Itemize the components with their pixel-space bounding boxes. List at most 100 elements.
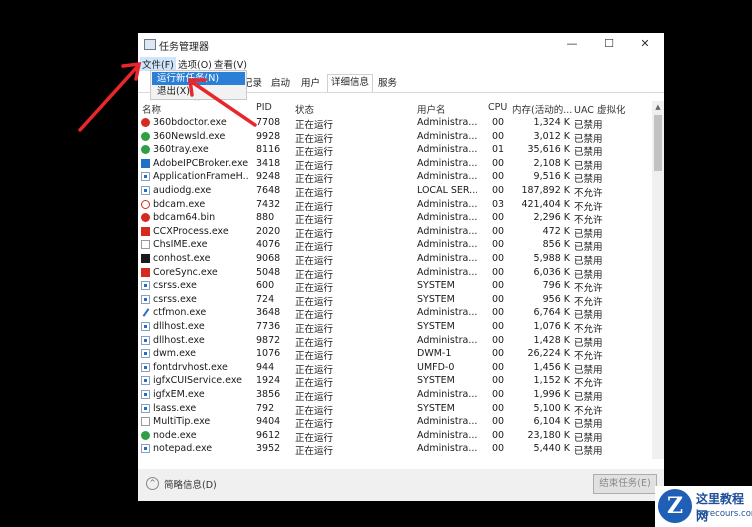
collapse-details-link[interactable]: 简略信息(D) (164, 477, 217, 491)
end-task-button[interactable]: 结束任务(E) (593, 474, 657, 494)
process-name: notepad.exe (153, 443, 213, 455)
process-user: Administra... (417, 117, 477, 128)
process-icon (141, 335, 150, 345)
process-name: 360tray.exe (153, 144, 209, 156)
table-row[interactable]: node.exe 9612 正在运行 Administra... 00 23,180 K已… (138, 429, 652, 444)
process-cpu: 00 (492, 225, 505, 237)
process-user: Administra... (417, 225, 477, 237)
process-user: Administra... (417, 429, 477, 441)
table-row[interactable]: dllhost.exe 7736 正在运行 SYSTEM 00 1,076 K 不允许 (138, 320, 652, 335)
scrollbar-thumb[interactable] (654, 115, 662, 171)
process-user: Administra... (417, 198, 477, 210)
table-row[interactable]: csrss.exe 724 正在运行 SYSTEM 00 956 K 不允许 (138, 293, 652, 308)
watermark-url: herecours.com (696, 509, 752, 519)
table-row[interactable]: fontdrvhost.exe 944 正在运行 UMFD-0 00 1,456 K 已禁用 (138, 361, 652, 376)
process-name: csrss.exe (153, 293, 197, 305)
table-row[interactable]: CCXProcess.exe 2020 正在运行 Administra... 00 472… (138, 225, 652, 240)
maximize-button[interactable]: ☐ (590, 33, 628, 56)
process-cpu: 00 (492, 334, 505, 346)
vertical-scrollbar[interactable]: ▲ (652, 101, 664, 459)
process-name: 360Newsld.exe (153, 130, 226, 142)
process-memory: 421,404 K (521, 198, 570, 210)
table-row[interactable]: 360tray.exe 8116 正在运行 Administra... 01 35,616… (138, 143, 652, 158)
table-row[interactable]: 360Newsld.exe 9928 正在运行 Administra... 00 3,01… (138, 130, 652, 145)
process-name: bdcam64.bin (153, 212, 216, 224)
table-row[interactable]: igfxCUIService.exe 1924 正在运行 SYSTEM 00 1,152 … (138, 374, 652, 389)
column-memory[interactable]: 内存(活动的... (512, 102, 572, 116)
process-icon (141, 349, 150, 359)
table-row[interactable]: AdobeIPCBroker.exe 3418 正在运行 Administra... 0… (138, 157, 652, 172)
logo-z-icon: Z (658, 489, 692, 523)
table-row[interactable]: ChsIME.exe 4076 正在运行 Administra... 00 856 K 已禁… (138, 238, 652, 253)
table-row[interactable]: ApplicationFrameH... 9248 正在运行 Administra..… (138, 170, 652, 185)
close-button[interactable]: ✕ (626, 33, 664, 56)
table-row[interactable]: notepad.exe 3952 正在运行 Administra... 00 5,440 … (138, 442, 652, 457)
table-row[interactable]: ctfmon.exe 3648 正在运行 Administra... 00 6,764 K… (138, 306, 652, 321)
process-memory: 26,224 K (527, 348, 571, 360)
table-row[interactable]: bdcam64.bin 880 正在运行 Administra... 00 2,296 K… (138, 211, 652, 226)
table-row[interactable]: dwm.exe 1076 正在运行 DWM-1 00 26,224 K 不允许 (138, 347, 652, 362)
table-row[interactable]: conhost.exe 9068 正在运行 Administra... 00 5,988 … (138, 252, 652, 267)
process-name: igfxEM.exe (153, 389, 205, 400)
process-memory: 187,892 K (521, 185, 570, 196)
process-pid: 880 (256, 212, 275, 224)
red-arrow-icon (78, 61, 142, 132)
table-row[interactable]: lsass.exe 792 正在运行 SYSTEM 00 5,100 K 不允许 (138, 402, 652, 417)
table-row[interactable]: dllhost.exe 9872 正在运行 Administra... 00 1,428 … (138, 334, 652, 349)
table-row[interactable]: csrss.exe 600 正在运行 SYSTEM 00 796 K 不允许 (138, 279, 652, 294)
tab-services[interactable]: 服务 (375, 76, 400, 91)
table-row[interactable]: bdcam.exe 7432 正在运行 Administra... 03 421,404 … (138, 198, 652, 213)
process-cpu: 00 (492, 443, 505, 455)
process-user: Administra... (417, 389, 477, 400)
process-cpu: 00 (492, 375, 505, 387)
process-name: ApplicationFrameH... (153, 171, 248, 183)
column-cpu[interactable]: CPU (488, 102, 507, 113)
column-user[interactable]: 用户名 (417, 102, 446, 116)
menu-file[interactable]: 文件(F) (140, 57, 176, 71)
table-row[interactable]: MultiTip.exe 9404 正在运行 Administra... 00 6,104… (138, 415, 652, 430)
process-user: UMFD-0 (417, 361, 455, 373)
tab-details[interactable]: 详细信息 (327, 74, 374, 92)
process-pid: 2020 (256, 225, 281, 237)
minimize-button[interactable]: — (553, 33, 591, 56)
process-memory: 796 K (542, 280, 570, 292)
exit-item[interactable]: 退出(X) (152, 85, 245, 98)
process-cpu: 00 (492, 253, 505, 264)
process-user: Administra... (417, 212, 477, 224)
process-pid: 7708 (256, 117, 281, 128)
task-manager-icon (144, 39, 156, 50)
menu-options[interactable]: 选项(O) (176, 57, 214, 71)
process-icon (141, 308, 150, 318)
process-cpu: 00 (492, 321, 505, 332)
process-name: node.exe (153, 429, 197, 441)
table-row[interactable]: igfxEM.exe 3856 正在运行 Administra... 00 1,996 K… (138, 388, 652, 403)
process-memory: 6,104 K (533, 416, 570, 428)
column-pid[interactable]: PID (256, 102, 272, 113)
chevron-up-icon[interactable]: ^ (146, 477, 159, 490)
process-icon (141, 294, 150, 304)
window-title: 任务管理器 (159, 42, 209, 53)
process-icon (141, 213, 150, 223)
process-memory: 2,296 K (533, 212, 570, 224)
column-uac[interactable]: UAC 虚拟化 (574, 102, 625, 116)
run-new-task-item[interactable]: 运行新任务(N) (152, 72, 245, 85)
table-row[interactable]: 360bdoctor.exe 7708 正在运行 Administra... 00 1,3… (138, 116, 652, 131)
process-cpu: 00 (492, 130, 505, 142)
column-status[interactable]: 状态 (295, 102, 314, 116)
tab-startup[interactable]: 启动 (268, 76, 293, 91)
menu-view[interactable]: 查看(V) (212, 57, 249, 71)
title-bar[interactable]: 任务管理器 — ☐ ✕ (138, 33, 664, 56)
process-name: bdcam.exe (153, 198, 206, 210)
table-row[interactable]: CoreSync.exe 5048 正在运行 Administra... 00 6,036… (138, 266, 652, 281)
table-row[interactable]: audiodg.exe 7648 正在运行 LOCAL SER... 00 187,892… (138, 184, 652, 199)
tab-users[interactable]: 用户 (298, 76, 323, 91)
process-pid: 9928 (256, 130, 281, 142)
scroll-up-icon[interactable]: ▲ (652, 101, 664, 113)
process-user: Administra... (417, 416, 477, 428)
process-cpu: 00 (492, 389, 505, 400)
process-memory: 856 K (542, 239, 570, 251)
process-icon (141, 322, 150, 331)
process-icon (141, 131, 150, 141)
column-name[interactable]: 名称 (142, 102, 161, 116)
process-pid: 9068 (256, 253, 281, 264)
